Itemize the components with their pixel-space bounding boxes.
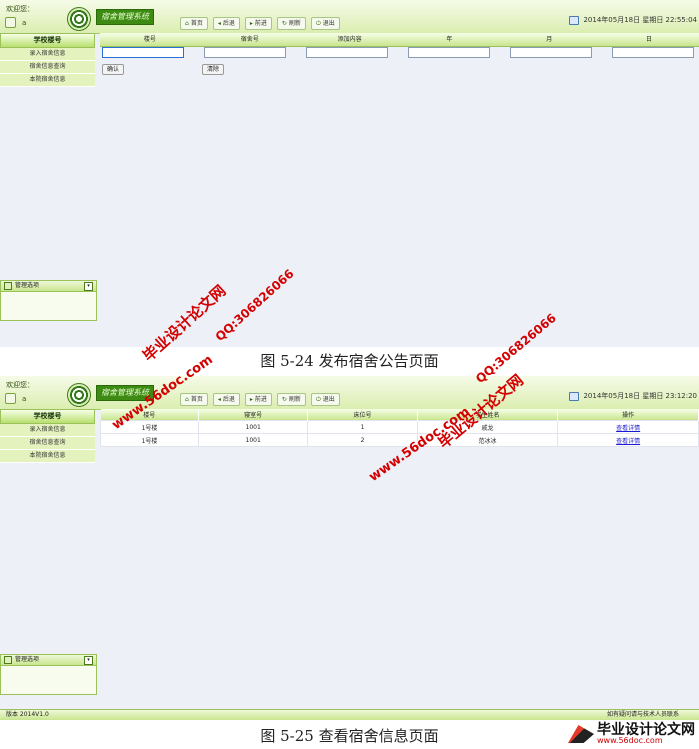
day-input[interactable] [612, 47, 694, 58]
top-bar: 欢迎您： a 宿舍管理系统 ⌂ 首页 ◂ 后退 ▸ 前进 ↻ 刷新 ⏻ 退出 2014年0… [0, 376, 699, 410]
manage-options-header[interactable]: 管理选项 ▾ [1, 281, 96, 292]
logo-title: 宿舍管理系统 [96, 9, 154, 25]
back-icon: ◂ [217, 20, 221, 27]
sidebar-title[interactable]: 学校楼号 [0, 409, 95, 424]
forward-icon: ▸ [249, 396, 253, 403]
back-button[interactable]: ◂ 后退 [212, 393, 240, 406]
th-bed: 床位号 [307, 409, 418, 421]
clock-icon [569, 15, 580, 25]
username: a [22, 395, 27, 403]
forward-button[interactable]: ▸ 前进 [244, 393, 272, 406]
refresh-button[interactable]: ↻ 刷新 [276, 17, 306, 30]
home-icon: ⌂ [185, 20, 189, 27]
top-bar: 欢迎您： a 宿舍管理系统 ⌂ 首页 ◂ 后退 ▸ 前进 ↻ 刷新 ⏻ 退出 2014年0… [0, 0, 699, 34]
refresh-button[interactable]: ↻ 刷新 [276, 393, 306, 406]
notice-form-inputs [100, 47, 699, 60]
figure-caption-1: 图 5-24 发布宿舍公告页面 [260, 352, 439, 370]
datetime-text: 2014年05月18日 星期日 22:55:04 [583, 16, 697, 24]
view-details-link[interactable]: 查看详情 [616, 438, 640, 445]
sidebar-item-college-dorm[interactable]: 本院宿舍信息 [0, 450, 95, 463]
th-action: 操作 [557, 409, 699, 421]
user-icon [5, 17, 16, 28]
panel-icon [4, 656, 12, 664]
refresh-icon: ↻ [281, 20, 287, 27]
logout-button[interactable]: ⏻ 退出 [310, 393, 340, 406]
back-button[interactable]: ◂ 后退 [212, 17, 240, 30]
manage-options-panel: 管理选项 ▾ [0, 654, 97, 695]
sidebar: 学校楼号 录入宿舍信息 宿舍信息查询 本院宿舍信息 [0, 409, 95, 463]
col-dorm: 宿舍号 [240, 36, 259, 43]
home-button[interactable]: ⌂ 首页 [180, 17, 208, 30]
logout-icon: ⏻ [315, 396, 321, 403]
year-input[interactable] [408, 47, 490, 58]
table-row: 1号楼 1001 1 戚龙 查看详情 [100, 420, 699, 434]
user-icon [5, 393, 16, 404]
manage-options-header[interactable]: 管理选项 ▾ [1, 655, 96, 666]
forward-button[interactable]: ▸ 前进 [244, 17, 272, 30]
logo-icon [67, 7, 91, 31]
corner-url: www.56doc.com [597, 736, 663, 745]
brand-logo-icon [568, 725, 594, 743]
welcome-label: 欢迎您： [6, 5, 34, 13]
table-header-row: 楼号 寝室号 床位号 学生姓名 操作 [100, 409, 699, 421]
screenshot-view-dorm-info: 欢迎您： a 宿舍管理系统 ⌂ 首页 ◂ 后退 ▸ 前进 ↻ 刷新 ⏻ 退出 2014年0… [0, 376, 699, 720]
sidebar-title[interactable]: 学校楼号 [0, 33, 95, 48]
collapse-icon[interactable]: ▾ [84, 655, 93, 665]
toolbar: ⌂ 首页 ◂ 后退 ▸ 前进 ↻ 刷新 ⏻ 退出 [180, 17, 340, 30]
welcome-label: 欢迎您： [6, 381, 34, 389]
clock-icon [569, 391, 580, 401]
datetime-status: 2014年05月18日 星期日 22:55:04 [569, 15, 697, 25]
logout-icon: ⏻ [315, 20, 321, 27]
home-button[interactable]: ⌂ 首页 [180, 393, 208, 406]
footer-bar: 版本 2014V1.0 如有疑问请与技术人员联系 [0, 709, 699, 720]
sidebar-item-query-dorm[interactable]: 宿舍信息查询 [0, 61, 95, 74]
month-input[interactable] [510, 47, 592, 58]
table-row: 1号楼 1001 2 范冰冰 查看详情 [100, 433, 699, 447]
contact-text: 如有疑问请与技术人员联系 [606, 711, 679, 718]
sidebar-item-enter-dorm[interactable]: 录入宿舍信息 [0, 48, 95, 61]
sidebar: 学校楼号 录入宿舍信息 宿舍信息查询 本院宿舍信息 [0, 33, 95, 87]
datetime-text: 2014年05月18日 星期日 23:12:20 [583, 392, 697, 400]
content-input[interactable] [306, 47, 388, 58]
logo-icon [67, 383, 91, 407]
dorm-input[interactable] [204, 47, 286, 58]
dorm-info-table: 楼号 寝室号 床位号 学生姓名 操作 1号楼 1001 1 戚龙 查看详情 1号… [100, 409, 699, 447]
home-icon: ⌂ [185, 396, 189, 403]
back-icon: ◂ [217, 396, 221, 403]
datetime-status: 2014年05月18日 星期日 23:12:20 [569, 391, 697, 401]
col-day: 日 [646, 36, 653, 43]
forward-icon: ▸ [249, 20, 253, 27]
th-room: 寝室号 [198, 409, 309, 421]
corner-site-cn: 毕业设计论文网 [597, 722, 695, 738]
col-month: 月 [546, 36, 553, 43]
manage-options-panel: 管理选项 ▾ [0, 280, 97, 321]
panel-icon [4, 282, 12, 290]
sidebar-item-college-dorm[interactable]: 本院宿舍信息 [0, 74, 95, 87]
col-content: 添加内容 [337, 36, 362, 43]
col-building: 楼号 [143, 36, 156, 43]
confirm-button[interactable]: 确认 [102, 64, 125, 75]
view-details-link[interactable]: 查看详情 [616, 425, 640, 432]
corner-logo: 毕业设计论文网 www.56doc.com [568, 721, 695, 747]
toolbar: ⌂ 首页 ◂ 后退 ▸ 前进 ↻ 刷新 ⏻ 退出 [180, 393, 340, 406]
collapse-icon[interactable]: ▾ [84, 281, 93, 291]
version-text: 版本 2014V1.0 [6, 711, 49, 718]
col-year: 年 [446, 36, 453, 43]
clear-button[interactable]: 清除 [202, 64, 225, 75]
notice-form-header: 楼号 宿舍号 添加内容 年 月 日 [100, 33, 699, 47]
username: a [22, 19, 27, 27]
sidebar-item-enter-dorm[interactable]: 录入宿舍信息 [0, 424, 95, 437]
screenshot-publish-notice: 欢迎您： a 宿舍管理系统 ⌂ 首页 ◂ 后退 ▸ 前进 ↻ 刷新 ⏻ 退出 2014年0… [0, 0, 699, 347]
building-input[interactable] [102, 47, 184, 58]
logout-button[interactable]: ⏻ 退出 [310, 17, 340, 30]
sidebar-item-query-dorm[interactable]: 宿舍信息查询 [0, 437, 95, 450]
refresh-icon: ↻ [281, 396, 287, 403]
